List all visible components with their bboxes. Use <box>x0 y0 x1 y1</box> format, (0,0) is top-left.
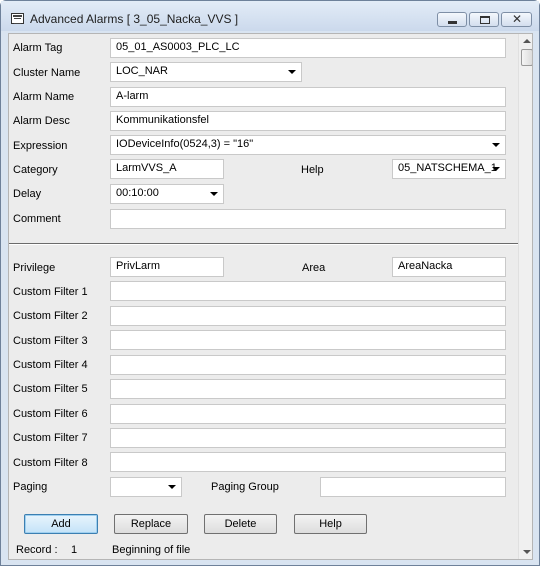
custom-filter-4-input[interactable] <box>110 355 506 375</box>
title-bar[interactable]: Advanced Alarms [ 3_05_Nacka_VVS ] ✕ <box>1 1 539 31</box>
chevron-down-icon <box>210 192 218 196</box>
comment-label: Comment <box>13 213 61 225</box>
alarm-tag-input[interactable]: 05_01_AS0003_PLC_LC <box>110 38 506 58</box>
delay-value: 00:10:00 <box>116 187 159 199</box>
custom-filter-8-label: Custom Filter 8 <box>13 457 88 469</box>
advanced-alarms-window: Advanced Alarms [ 3_05_Nacka_VVS ] ✕ Ala… <box>0 0 540 566</box>
custom-filter-2-input[interactable] <box>110 306 506 326</box>
help-label: Help <box>301 164 324 176</box>
alarm-name-label: Alarm Name <box>13 91 75 103</box>
category-input[interactable]: LarmVVS_A <box>110 159 224 179</box>
help-select[interactable]: 05_NATSCHEMA_1 <box>392 159 506 179</box>
custom-filter-2-label: Custom Filter 2 <box>13 310 88 322</box>
cluster-name-value: LOC_NAR <box>116 65 168 77</box>
custom-filter-3-label: Custom Filter 3 <box>13 335 88 347</box>
maximize-icon <box>480 16 490 24</box>
record-number: 1 <box>71 544 78 556</box>
cluster-name-label: Cluster Name <box>13 67 81 79</box>
close-button[interactable]: ✕ <box>501 12 532 27</box>
record-label: Record : <box>16 544 58 556</box>
chevron-down-icon <box>492 167 500 171</box>
window-title: Advanced Alarms [ 3_05_Nacka_VVS ] <box>30 12 239 26</box>
custom-filter-1-input[interactable] <box>110 281 506 301</box>
cluster-name-select[interactable]: LOC_NAR <box>110 62 302 82</box>
section-divider <box>9 243 526 245</box>
custom-filter-6-input[interactable] <box>110 404 506 424</box>
area-label: Area <box>302 262 326 274</box>
paging-select[interactable] <box>110 477 182 497</box>
scrollbar-thumb[interactable] <box>521 49 532 66</box>
add-button[interactable]: Add <box>24 514 98 534</box>
paging-label: Paging <box>13 481 48 493</box>
dialog-body: Alarm Tag 05_01_AS0003_PLC_LC Cluster Na… <box>8 33 533 560</box>
vertical-scrollbar[interactable] <box>518 34 532 559</box>
custom-filter-3-input[interactable] <box>110 330 506 350</box>
close-icon: ✕ <box>512 12 523 26</box>
alarm-desc-label: Alarm Desc <box>13 115 70 127</box>
replace-button[interactable]: Replace <box>114 514 188 534</box>
minimize-button[interactable] <box>437 12 467 27</box>
delete-button[interactable]: Delete <box>204 514 277 534</box>
custom-filter-7-label: Custom Filter 7 <box>13 432 88 444</box>
custom-filter-6-label: Custom Filter 6 <box>13 408 88 420</box>
category-label: Category <box>13 164 58 176</box>
expression-select[interactable]: IODeviceInfo(0524,3) = "16" <box>110 135 506 155</box>
paging-group-label: Paging Group <box>211 481 279 493</box>
custom-filter-1-label: Custom Filter 1 <box>13 286 88 298</box>
chevron-down-icon <box>492 143 500 147</box>
chevron-down-icon <box>288 70 296 74</box>
scroll-up-icon[interactable] <box>523 39 531 43</box>
app-window-icon <box>11 13 24 24</box>
privilege-label: Privilege <box>13 262 56 274</box>
comment-input[interactable] <box>110 209 506 229</box>
delay-select[interactable]: 00:10:00 <box>110 184 224 204</box>
alarm-desc-input[interactable]: Kommunikationsfel <box>110 111 506 131</box>
help-button[interactable]: Help <box>294 514 367 534</box>
delay-label: Delay <box>13 188 42 200</box>
expression-label: Expression <box>13 140 68 152</box>
maximize-button[interactable] <box>469 12 499 27</box>
privilege-input[interactable]: PrivLarm <box>110 257 224 277</box>
alarm-tag-label: Alarm Tag <box>13 42 63 54</box>
alarm-name-input[interactable]: A-larm <box>110 87 506 107</box>
help-value: 05_NATSCHEMA_1 <box>398 162 497 174</box>
expression-value: IODeviceInfo(0524,3) = "16" <box>116 138 254 150</box>
custom-filter-7-input[interactable] <box>110 428 506 448</box>
scroll-down-icon[interactable] <box>523 550 531 554</box>
custom-filter-4-label: Custom Filter 4 <box>13 359 88 371</box>
area-input[interactable]: AreaNacka <box>392 257 506 277</box>
chevron-down-icon <box>168 485 176 489</box>
custom-filter-5-input[interactable] <box>110 379 506 399</box>
custom-filter-5-label: Custom Filter 5 <box>13 383 88 395</box>
custom-filter-8-input[interactable] <box>110 452 506 472</box>
minimize-icon <box>448 21 457 24</box>
status-message: Beginning of file <box>112 544 191 556</box>
paging-group-input[interactable] <box>320 477 506 497</box>
